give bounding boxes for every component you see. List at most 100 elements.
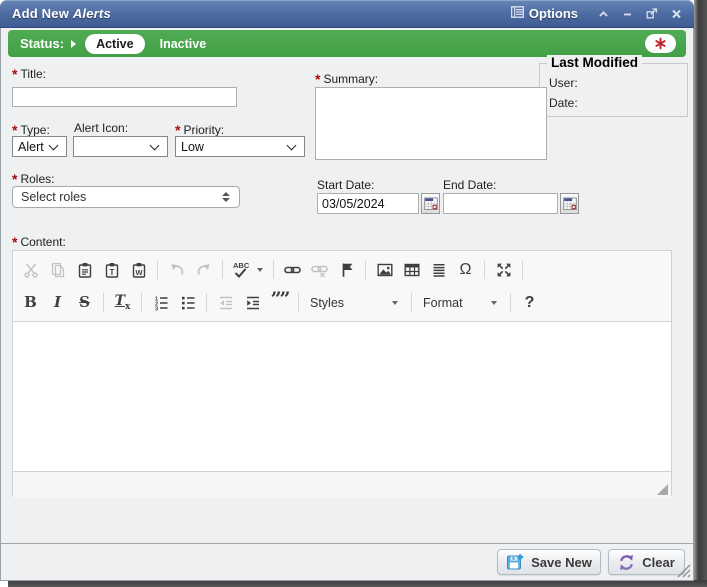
alert-icon-select[interactable] [73, 136, 168, 157]
summary-textarea[interactable] [315, 87, 547, 160]
link-icon [284, 262, 301, 278]
link-button[interactable] [279, 256, 306, 283]
editor-resize-handle[interactable] [657, 484, 668, 495]
redo-button[interactable] [190, 256, 217, 283]
bulleted-list-icon [180, 295, 196, 311]
end-date-input[interactable] [443, 193, 558, 214]
roles-multiselect[interactable]: Select roles [12, 186, 240, 208]
unlink-button[interactable] [306, 256, 333, 283]
type-select[interactable]: Alert [12, 136, 67, 157]
table-icon [404, 262, 420, 278]
copy-button[interactable] [44, 256, 71, 283]
end-date-label: End Date: [443, 178, 496, 192]
spell-check-button[interactable]: ABC [228, 256, 268, 283]
bold-icon: B [24, 295, 37, 310]
italic-button[interactable]: I [44, 289, 71, 316]
copy-icon [50, 262, 66, 278]
start-date-label: Start Date: [317, 178, 374, 192]
status-bar: Status: Active Inactive [8, 30, 686, 57]
cut-button[interactable] [17, 256, 44, 283]
priority-select[interactable]: Low [175, 136, 305, 157]
undo-button[interactable] [163, 256, 190, 283]
paste-plain-text-button[interactable]: T [98, 256, 125, 283]
start-date-calendar-button[interactable] [421, 193, 440, 214]
format-combo[interactable]: Format [417, 290, 505, 315]
strikethrough-icon: S [79, 295, 90, 310]
paste-from-word-button[interactable]: W [125, 256, 152, 283]
svg-text:T: T [109, 268, 114, 277]
redo-icon [196, 262, 212, 278]
dropdown-caret-icon [392, 301, 398, 305]
save-new-button[interactable]: Save New [497, 549, 601, 575]
options-button[interactable]: Options [511, 6, 578, 21]
chevron-down-icon [150, 140, 160, 150]
dialog-titlebar: Add New Alerts Options [0, 0, 694, 28]
maximize-button[interactable] [490, 256, 517, 283]
numbered-list-button[interactable]: 123 [147, 289, 174, 316]
title-label: *Title: [12, 65, 46, 81]
help-button[interactable]: ? [516, 289, 543, 316]
svg-text:W: W [135, 268, 143, 277]
strikethrough-button[interactable]: S [71, 289, 98, 316]
paste-icon [77, 262, 93, 278]
minimize-button[interactable] [622, 9, 633, 19]
table-button[interactable] [398, 256, 425, 283]
tab-inactive[interactable]: Inactive [160, 37, 207, 51]
quote-icon: ”” [271, 290, 289, 309]
paste-button[interactable] [71, 256, 98, 283]
priority-label: *Priority: [175, 121, 224, 137]
tab-active[interactable]: Active [85, 34, 145, 54]
image-button[interactable] [371, 256, 398, 283]
question-mark-icon: ? [525, 295, 535, 311]
paste-word-icon: W [131, 262, 147, 278]
flag-icon [340, 262, 354, 278]
options-list-icon [511, 6, 524, 21]
cut-icon [23, 262, 39, 278]
unlink-icon [311, 262, 328, 278]
italic-icon: I [54, 295, 61, 310]
chevron-down-icon [287, 140, 297, 150]
increase-indent-icon [245, 295, 261, 311]
block-quote-button[interactable]: ”” [266, 289, 293, 316]
dialog-resize-grip[interactable] [676, 563, 691, 578]
styles-combo[interactable]: Styles [304, 290, 406, 315]
decrease-indent-button[interactable] [212, 289, 239, 316]
decrease-indent-icon [218, 295, 234, 311]
footer-divider [0, 543, 694, 544]
background-page-edge-right [694, 0, 707, 587]
popout-button[interactable] [646, 8, 658, 19]
horizontal-line-button[interactable] [425, 256, 452, 283]
save-plus-icon [506, 553, 524, 571]
editor-content-area[interactable] [13, 321, 671, 471]
end-date-calendar-button[interactable] [560, 193, 579, 214]
roles-label: *Roles: [12, 170, 54, 186]
clear-button[interactable]: Clear [608, 549, 685, 575]
status-label: Status: [20, 36, 64, 51]
bold-button[interactable]: B [17, 289, 44, 316]
title-input[interactable] [12, 87, 237, 107]
red-asterisk-icon [654, 37, 667, 50]
maximize-icon [496, 262, 512, 278]
last-modified-user: User: [549, 76, 687, 90]
undo-icon [169, 262, 185, 278]
horizontal-line-icon [431, 262, 447, 278]
last-modified-legend: Last Modified [547, 55, 642, 70]
special-character-button[interactable]: Ω [452, 256, 479, 283]
last-modified-date: Date: [549, 96, 687, 110]
calendar-icon [563, 196, 577, 211]
bulleted-list-button[interactable] [174, 289, 201, 316]
editor-bottom-bar [13, 471, 671, 498]
dropdown-caret-icon [491, 301, 497, 305]
anchor-flag-button[interactable] [333, 256, 360, 283]
paste-text-icon: T [104, 262, 120, 278]
start-date-input[interactable] [317, 193, 419, 214]
close-button[interactable] [671, 9, 682, 19]
collapse-button[interactable] [598, 9, 609, 19]
svg-text:3: 3 [155, 306, 158, 311]
increase-indent-button[interactable] [239, 289, 266, 316]
chevron-down-icon [49, 140, 59, 150]
summary-label: *Summary: [315, 70, 378, 86]
required-indicator-button[interactable] [645, 34, 676, 53]
remove-format-button[interactable]: Tx [109, 289, 136, 316]
content-label: *Content: [12, 233, 66, 249]
